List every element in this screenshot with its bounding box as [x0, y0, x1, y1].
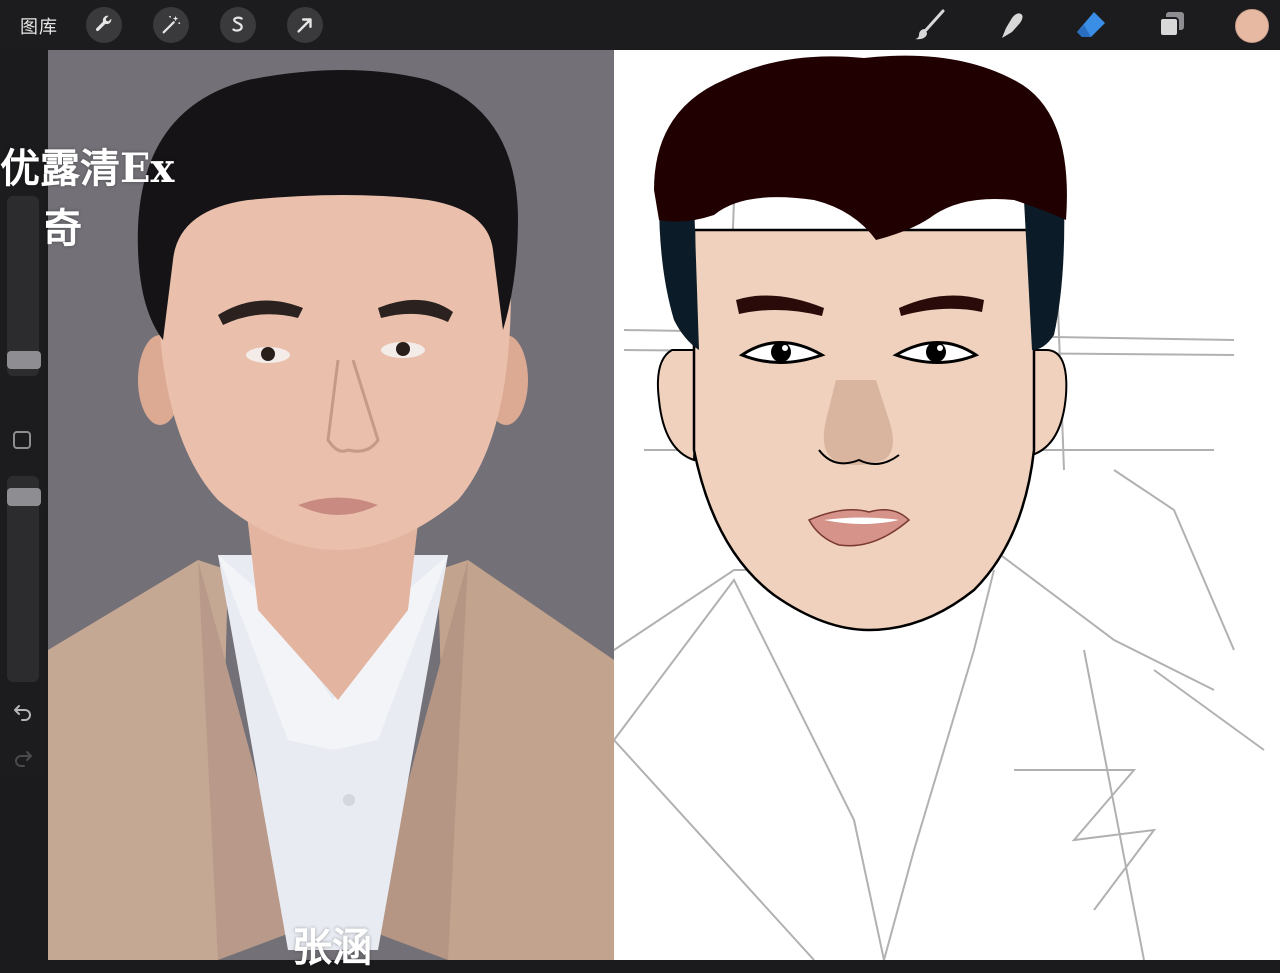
brush-size-slider[interactable] [7, 196, 41, 376]
transform-arrow-icon [297, 18, 312, 33]
top-toolbar: 图库 [0, 0, 1280, 50]
layers-button[interactable] [1155, 8, 1189, 42]
cartoon-portrait-drawing [614, 55, 1265, 960]
wrench-icon [95, 15, 112, 32]
undo-icon[interactable] [11, 700, 35, 724]
eraser-button[interactable] [1074, 8, 1108, 42]
modify-button[interactable] [13, 431, 31, 449]
opacity-handle[interactable] [7, 488, 41, 506]
opacity-slider[interactable] [7, 476, 41, 682]
redo-icon[interactable] [11, 746, 35, 770]
drawing-canvas[interactable] [614, 50, 1280, 960]
actions-button[interactable] [86, 7, 122, 43]
adjustments-button[interactable] [153, 7, 189, 43]
brush-button[interactable] [913, 8, 947, 42]
smudge-button[interactable] [994, 8, 1028, 42]
color-picker-swatch[interactable] [1235, 9, 1269, 43]
eraser-icon [1077, 12, 1105, 37]
smudge-icon [1002, 13, 1023, 38]
brush-icon [915, 9, 945, 40]
layers-icon [1159, 12, 1184, 37]
brush-size-handle[interactable] [7, 351, 41, 369]
selection-icon [232, 16, 243, 32]
magic-wand-icon [162, 15, 181, 34]
watermark-name: 张涵 [292, 924, 372, 971]
transform-button[interactable] [287, 7, 323, 43]
selection-button[interactable] [220, 7, 256, 43]
watermark-text-line1: 优露清Ex [0, 145, 175, 192]
watermark-text-line2: 奇 [42, 205, 82, 252]
left-sidebar [0, 188, 46, 782]
gallery-button[interactable]: 图库 [20, 13, 58, 39]
